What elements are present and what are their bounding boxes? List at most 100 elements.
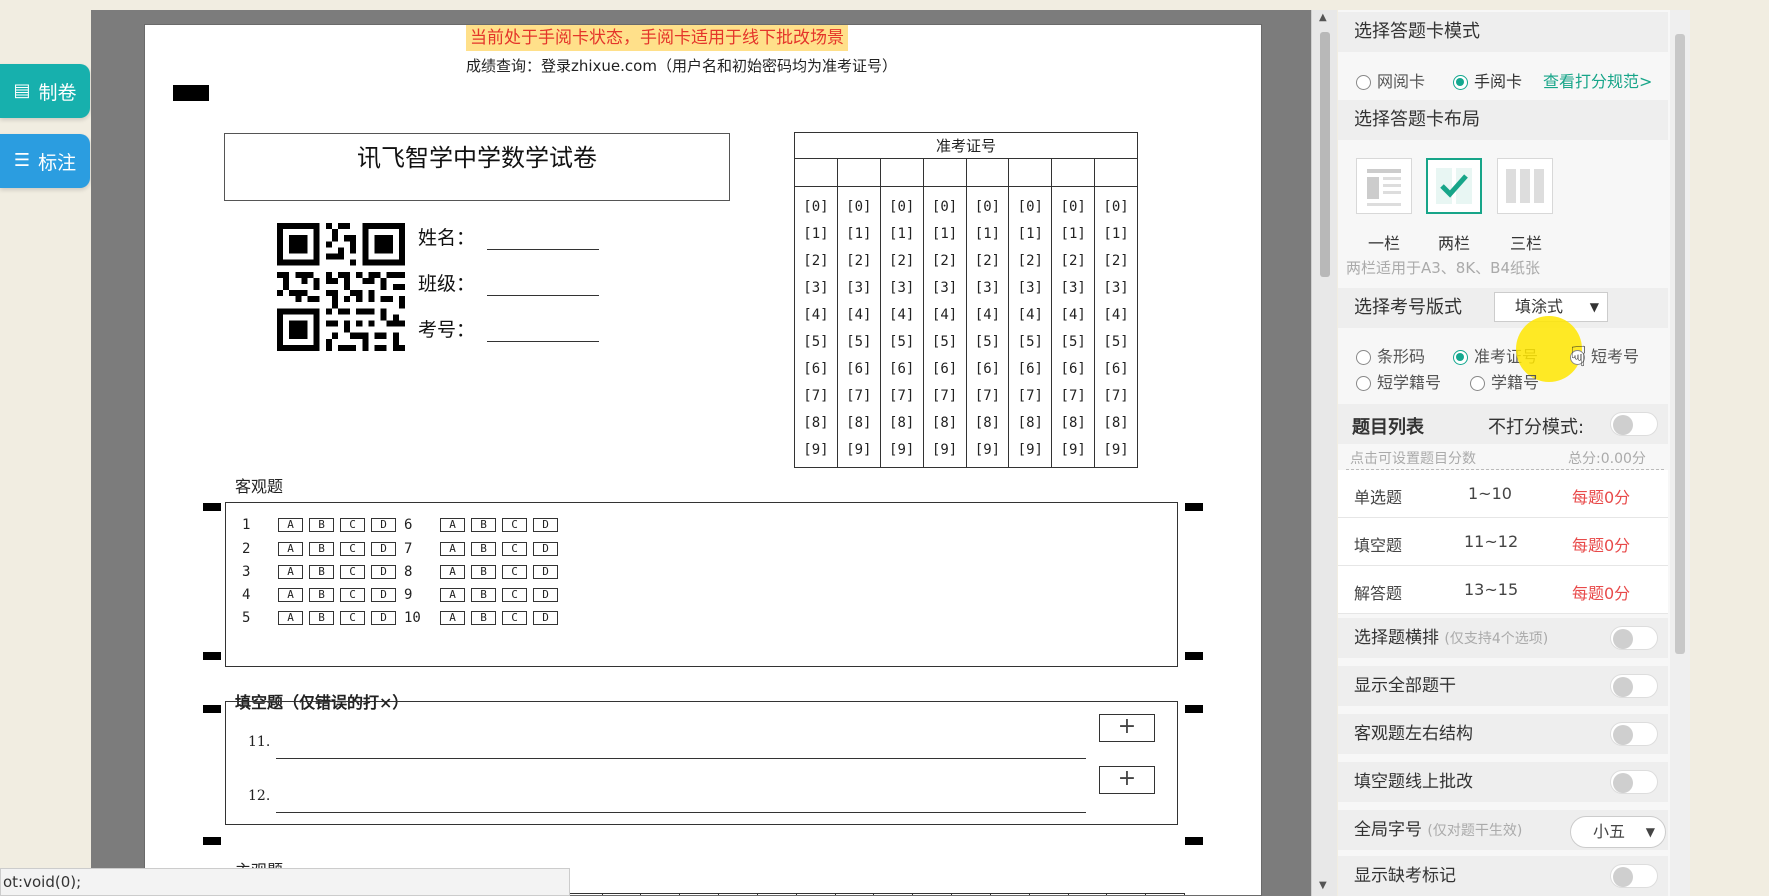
option-bubble[interactable]: D xyxy=(533,565,558,579)
option-bubble[interactable]: C xyxy=(502,518,527,532)
option-bubble[interactable]: A xyxy=(440,588,465,602)
option-bubble[interactable]: A xyxy=(278,542,303,556)
option-bubble[interactable]: B xyxy=(471,518,496,532)
no-score-mode-toggle[interactable] xyxy=(1610,412,1658,436)
admission-digit-bubble[interactable]: [2] xyxy=(838,253,880,269)
add-fill-button[interactable]: + xyxy=(1099,766,1155,794)
admission-digit-bubble[interactable]: [2] xyxy=(1009,253,1051,269)
add-fill-button[interactable]: + xyxy=(1099,714,1155,742)
admission-digit-bubble[interactable]: [2] xyxy=(924,253,966,269)
option-bubble[interactable]: B xyxy=(309,542,334,556)
admission-digit-bubble[interactable]: [0] xyxy=(1095,199,1137,215)
admission-digit-bubble[interactable]: [2] xyxy=(967,253,1009,269)
option-bubble[interactable]: A xyxy=(278,588,303,602)
admission-digit-bubble[interactable]: [3] xyxy=(881,280,923,296)
admission-digit-bubble[interactable]: [3] xyxy=(795,280,837,296)
admission-digit-input[interactable] xyxy=(880,159,923,187)
admission-digit-bubble[interactable]: [6] xyxy=(924,361,966,377)
admission-digit-bubble[interactable]: [8] xyxy=(881,415,923,431)
admission-digit-bubble[interactable]: [6] xyxy=(1095,361,1137,377)
admission-digit-bubble[interactable]: [4] xyxy=(1095,307,1137,323)
show-all-stems-toggle[interactable] xyxy=(1610,674,1658,698)
admission-digit-bubble[interactable]: [3] xyxy=(1052,280,1094,296)
admission-digit-bubble[interactable]: [6] xyxy=(1009,361,1051,377)
question-row[interactable]: 单选题 1~10 每题0分 xyxy=(1338,470,1668,518)
admission-digit-bubble[interactable]: [2] xyxy=(1095,253,1137,269)
admission-digit-bubble[interactable]: [8] xyxy=(838,415,880,431)
admission-digit-bubble[interactable]: [2] xyxy=(1052,253,1094,269)
admission-digit-bubble[interactable]: [5] xyxy=(838,334,880,350)
admission-digit-bubble[interactable]: [8] xyxy=(1052,415,1094,431)
annotate-button[interactable]: ☰ 标注 xyxy=(0,134,90,188)
exam-title-box[interactable]: 讯飞智学中学数学试卷 xyxy=(224,133,730,201)
admission-digit-bubble[interactable]: [3] xyxy=(924,280,966,296)
objective-answer-box[interactable]: 1ABCD2ABCD3ABCD4ABCD5ABCD6ABCD7ABCD8ABCD… xyxy=(225,502,1178,667)
option-bubble[interactable]: D xyxy=(533,588,558,602)
option-bubble[interactable]: B xyxy=(471,542,496,556)
admission-digit-bubble[interactable]: [4] xyxy=(924,307,966,323)
admission-digit-bubble[interactable]: [9] xyxy=(838,442,880,458)
admission-digit-input[interactable] xyxy=(795,159,837,187)
admission-digit-bubble[interactable]: [7] xyxy=(924,388,966,404)
admission-digit-bubble[interactable]: [8] xyxy=(924,415,966,431)
admission-digit-bubble[interactable]: [1] xyxy=(1095,226,1137,242)
option-bubble[interactable]: B xyxy=(471,588,496,602)
admission-digit-input[interactable] xyxy=(1052,159,1095,187)
admission-digit-bubble[interactable]: [9] xyxy=(1009,442,1051,458)
option-bubble[interactable]: D xyxy=(371,518,396,532)
admission-digit-bubble[interactable]: [9] xyxy=(924,442,966,458)
admission-digit-bubble[interactable]: [9] xyxy=(1052,442,1094,458)
admission-digit-bubble[interactable]: [3] xyxy=(967,280,1009,296)
option-bubble[interactable]: B xyxy=(309,588,334,602)
admission-digit-bubble[interactable]: [0] xyxy=(1052,199,1094,215)
admission-digit-bubble[interactable]: [6] xyxy=(967,361,1009,377)
option-bubble[interactable]: D xyxy=(371,542,396,556)
admission-digit-bubble[interactable]: [7] xyxy=(881,388,923,404)
option-bubble[interactable]: A xyxy=(440,565,465,579)
option-bubble[interactable]: C xyxy=(502,542,527,556)
admission-digit-bubble[interactable]: [1] xyxy=(967,226,1009,242)
option-bubble[interactable]: A xyxy=(440,611,465,625)
admission-digit-input[interactable] xyxy=(1009,159,1052,187)
option-bubble[interactable]: A xyxy=(278,518,303,532)
option-bubble[interactable]: B xyxy=(471,611,496,625)
admission-digit-bubble[interactable]: [9] xyxy=(1095,442,1137,458)
option-bubble[interactable]: C xyxy=(340,565,365,579)
admission-digit-bubble[interactable]: [1] xyxy=(795,226,837,242)
option-bubble[interactable]: D xyxy=(533,611,558,625)
option-bubble[interactable]: D xyxy=(371,565,396,579)
admission-digit-bubble[interactable]: [7] xyxy=(967,388,1009,404)
id-student-radio[interactable]: 学籍号 xyxy=(1470,369,1539,393)
mode-manual-radio[interactable]: 手阅卡 xyxy=(1453,68,1522,92)
admission-digit-bubble[interactable]: [5] xyxy=(1052,334,1094,350)
scroll-up-icon[interactable]: ▲ xyxy=(1319,12,1327,23)
admission-digit-bubble[interactable]: [7] xyxy=(838,388,880,404)
option-bubble[interactable]: D xyxy=(371,611,396,625)
panel-scrollbar[interactable] xyxy=(1670,10,1690,896)
layout-three-column-icon[interactable] xyxy=(1497,158,1553,214)
admission-digit-bubble[interactable]: [0] xyxy=(881,199,923,215)
admission-digit-bubble[interactable]: [3] xyxy=(838,280,880,296)
id-short-student-radio[interactable]: 短学籍号 xyxy=(1356,369,1441,393)
admission-digit-bubble[interactable]: [7] xyxy=(795,388,837,404)
layout-one-column-icon[interactable] xyxy=(1356,158,1412,214)
admission-digit-bubble[interactable]: [6] xyxy=(1052,361,1094,377)
fill-online-toggle[interactable] xyxy=(1610,770,1658,794)
show-absent-toggle[interactable] xyxy=(1610,864,1658,888)
admission-digit-bubble[interactable]: [4] xyxy=(1052,307,1094,323)
admission-digit-bubble[interactable]: [9] xyxy=(967,442,1009,458)
scroll-thumb[interactable] xyxy=(1320,32,1330,277)
id-barcode-radio[interactable]: 条形码 xyxy=(1356,343,1425,367)
admission-digit-bubble[interactable]: [5] xyxy=(1095,334,1137,350)
admission-digit-bubble[interactable]: [4] xyxy=(967,307,1009,323)
make-paper-button[interactable]: ▤ 制卷 xyxy=(0,64,90,118)
option-bubble[interactable]: A xyxy=(440,542,465,556)
admission-digit-bubble[interactable]: [0] xyxy=(795,199,837,215)
admission-digit-bubble[interactable]: [1] xyxy=(838,226,880,242)
admission-digit-bubble[interactable]: [3] xyxy=(1095,280,1137,296)
scroll-down-icon[interactable]: ▼ xyxy=(1319,880,1327,891)
admission-digit-bubble[interactable]: [4] xyxy=(838,307,880,323)
objective-lr-toggle[interactable] xyxy=(1610,722,1658,746)
fill-answer-box[interactable]: 11. + 12. + xyxy=(225,701,1178,825)
option-bubble[interactable]: A xyxy=(440,518,465,532)
